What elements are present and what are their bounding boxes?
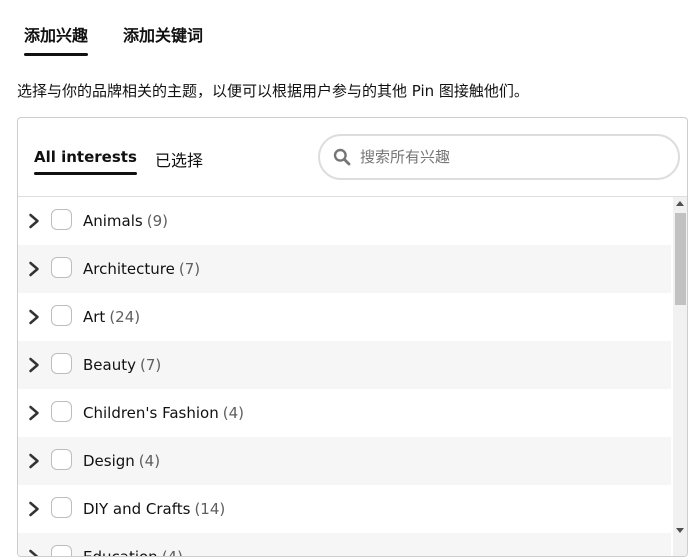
chevron-right-icon[interactable] bbox=[28, 549, 40, 557]
interest-label: Education (4) bbox=[83, 548, 183, 557]
interest-name: Education bbox=[83, 548, 158, 557]
interest-count: (24) bbox=[109, 308, 141, 326]
interest-name: Architecture bbox=[83, 260, 175, 278]
scroll-down-arrow-icon[interactable] bbox=[676, 528, 684, 533]
active-tab-underline bbox=[34, 172, 137, 175]
interests-panel: All interests 已选择 Animals(9) Architectur… bbox=[17, 117, 688, 557]
tab-all-interests-label: All interests bbox=[34, 148, 137, 166]
tab-add-interests[interactable]: 添加兴趣 bbox=[24, 18, 89, 56]
panel-header: All interests 已选择 bbox=[18, 118, 687, 197]
list-item: Beauty (7) bbox=[18, 341, 671, 389]
interest-label: Architecture (7) bbox=[83, 260, 200, 278]
interest-checkbox[interactable] bbox=[51, 209, 72, 230]
list-item: Art (24) bbox=[18, 293, 671, 341]
interest-count: (4) bbox=[138, 452, 161, 470]
interest-count: (7) bbox=[139, 356, 162, 374]
list-item: Education (4) bbox=[18, 533, 671, 557]
description-text: 选择与你的品牌相关的主题，以便可以根据用户参与的其他 Pin 图接触他们。 bbox=[17, 82, 529, 100]
interest-checkbox[interactable] bbox=[51, 497, 72, 518]
interest-label: Children's Fashion (4) bbox=[83, 404, 244, 422]
interest-checkbox[interactable] bbox=[51, 545, 72, 556]
list-item: Children's Fashion (4) bbox=[18, 389, 671, 437]
tab-selected-label: 已选择 bbox=[155, 151, 204, 170]
interest-name: Animals bbox=[83, 212, 143, 230]
scrollbar-thumb[interactable] bbox=[675, 213, 686, 305]
interest-name: Children's Fashion bbox=[83, 404, 219, 422]
tab-add-keywords[interactable]: 添加关键词 bbox=[123, 18, 203, 56]
interest-label: Design (4) bbox=[83, 452, 160, 470]
tab-selected[interactable]: 已选择 bbox=[155, 147, 203, 179]
tab-add-interests-label: 添加兴趣 bbox=[24, 26, 89, 45]
interest-checkbox[interactable] bbox=[51, 305, 72, 326]
tab-add-keywords-label: 添加关键词 bbox=[123, 26, 204, 45]
chevron-right-icon[interactable] bbox=[28, 261, 40, 277]
interest-count: (4) bbox=[222, 404, 244, 422]
interest-checkbox[interactable] bbox=[51, 257, 72, 278]
interest-list: Animals (9) Architecture (7) Art (24) Beaut… bbox=[18, 197, 671, 557]
interest-label: Beauty (7) bbox=[83, 356, 161, 374]
interest-name: DIY and Crafts bbox=[83, 500, 191, 518]
interest-label: DIY and Crafts (14) bbox=[83, 500, 225, 518]
interest-count: (4) bbox=[161, 548, 183, 557]
list-scrollbar[interactable] bbox=[673, 197, 687, 556]
chevron-right-icon[interactable] bbox=[28, 405, 40, 421]
interest-label: Art (24) bbox=[83, 308, 140, 326]
interest-checkbox[interactable] bbox=[51, 401, 72, 422]
interest-count: (14) bbox=[194, 500, 226, 518]
interest-name: Art bbox=[83, 308, 106, 326]
chevron-right-icon[interactable] bbox=[28, 213, 40, 229]
interest-count: (7) bbox=[178, 260, 201, 278]
scroll-up-arrow-icon[interactable] bbox=[676, 201, 684, 206]
chevron-right-icon[interactable] bbox=[28, 357, 40, 373]
interest-label: Animals (9) bbox=[83, 212, 168, 230]
chevron-right-icon[interactable] bbox=[28, 309, 40, 325]
active-tab-underline bbox=[24, 53, 89, 56]
chevron-right-icon[interactable] bbox=[28, 453, 40, 469]
search-box[interactable] bbox=[318, 134, 680, 180]
list-item: Animals (9) bbox=[18, 197, 671, 245]
interest-checkbox[interactable] bbox=[51, 449, 72, 470]
interest-count: (9) bbox=[146, 212, 168, 230]
list-item: Design (4) bbox=[18, 437, 671, 485]
search-icon bbox=[333, 148, 351, 166]
interest-checkbox[interactable] bbox=[51, 353, 72, 374]
interest-name: Beauty bbox=[83, 356, 136, 374]
interest-name: Design bbox=[83, 452, 135, 470]
list-item: Architecture (7) bbox=[18, 245, 671, 293]
chevron-right-icon[interactable] bbox=[28, 501, 40, 517]
tab-all-interests[interactable]: All interests bbox=[34, 148, 137, 175]
list-item: DIY and Crafts (14) bbox=[18, 485, 671, 533]
search-input[interactable] bbox=[360, 145, 660, 169]
